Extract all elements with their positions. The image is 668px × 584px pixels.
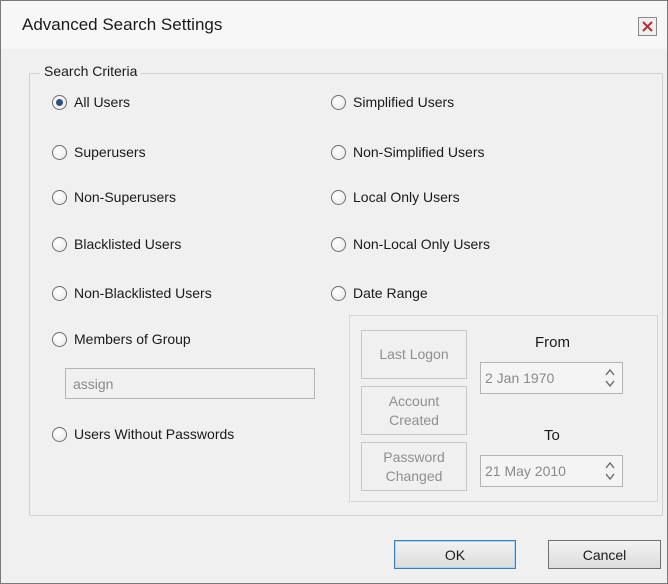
- radio-icon: [331, 94, 346, 110]
- button-label: Password: [383, 448, 445, 465]
- radio-users-without-passwords[interactable]: Users Without Passwords: [52, 426, 234, 442]
- radio-label: Members of Group: [74, 331, 191, 347]
- radio-non-local-only-users[interactable]: Non-Local Only Users: [331, 236, 490, 252]
- spinner-arrows-icon[interactable]: [605, 461, 615, 481]
- button-label: Changed: [385, 467, 443, 484]
- radio-label: Non-Blacklisted Users: [74, 285, 212, 301]
- spinner-arrows-icon[interactable]: [605, 368, 615, 388]
- radio-local-only-users[interactable]: Local Only Users: [331, 189, 460, 205]
- radio-icon: [331, 189, 346, 205]
- from-date-spinner[interactable]: 2 Jan 1970: [480, 362, 623, 394]
- radio-label: Blacklisted Users: [74, 236, 182, 252]
- ok-button[interactable]: OK: [394, 540, 516, 569]
- button-label: Account: [388, 392, 440, 409]
- radio-simplified-users[interactable]: Simplified Users: [331, 94, 454, 110]
- radio-label: Non-Superusers: [74, 189, 176, 205]
- account-created-button[interactable]: Account Created: [361, 386, 467, 435]
- window-title: Advanced Search Settings: [22, 15, 223, 34]
- button-label: Created: [389, 411, 439, 428]
- radio-blacklisted-users[interactable]: Blacklisted Users: [52, 236, 181, 252]
- to-date-value: 21 May 2010: [485, 463, 566, 479]
- radio-label: Users Without Passwords: [74, 426, 235, 442]
- close-button[interactable]: [638, 17, 657, 36]
- radio-label: All Users: [74, 94, 131, 110]
- to-label: To: [544, 427, 560, 444]
- radio-icon: [52, 189, 67, 205]
- last-logon-button[interactable]: Last Logon: [361, 330, 467, 379]
- radio-non-blacklisted-users[interactable]: Non-Blacklisted Users: [52, 285, 212, 301]
- radio-icon: [52, 236, 67, 252]
- title-bar[interactable]: Advanced Search Settings: [1, 1, 667, 49]
- from-label: From: [535, 334, 570, 351]
- button-label: Last Logon: [379, 346, 449, 362]
- password-changed-button[interactable]: Password Changed: [361, 442, 467, 491]
- radio-label: Non-Simplified Users: [353, 144, 485, 160]
- cancel-button[interactable]: Cancel: [548, 540, 661, 569]
- radio-all-users[interactable]: All Users: [52, 94, 130, 110]
- radio-label: Superusers: [74, 144, 146, 160]
- radio-date-range[interactable]: Date Range: [331, 285, 428, 301]
- group-name-field[interactable]: assign: [65, 368, 315, 399]
- close-icon: [642, 21, 653, 32]
- radio-icon: [52, 285, 67, 301]
- to-date-spinner[interactable]: 21 May 2010: [480, 455, 623, 487]
- radio-icon: [331, 236, 346, 252]
- radio-icon: [52, 94, 67, 110]
- radio-members-of-group[interactable]: Members of Group: [52, 331, 191, 347]
- search-criteria-label: Search Criteria: [40, 63, 142, 79]
- radio-icon: [52, 426, 67, 442]
- radio-non-simplified-users[interactable]: Non-Simplified Users: [331, 144, 484, 160]
- radio-label: Simplified Users: [353, 94, 455, 110]
- radio-icon: [52, 331, 67, 347]
- radio-icon: [331, 144, 346, 160]
- radio-icon: [52, 144, 67, 160]
- radio-label: Local Only Users: [353, 189, 460, 205]
- radio-icon: [331, 285, 346, 301]
- from-date-value: 2 Jan 1970: [485, 370, 555, 386]
- radio-superusers[interactable]: Superusers: [52, 144, 146, 160]
- radio-label: Non-Local Only Users: [353, 236, 490, 252]
- radio-non-superusers[interactable]: Non-Superusers: [52, 189, 176, 205]
- radio-label: Date Range: [353, 285, 428, 301]
